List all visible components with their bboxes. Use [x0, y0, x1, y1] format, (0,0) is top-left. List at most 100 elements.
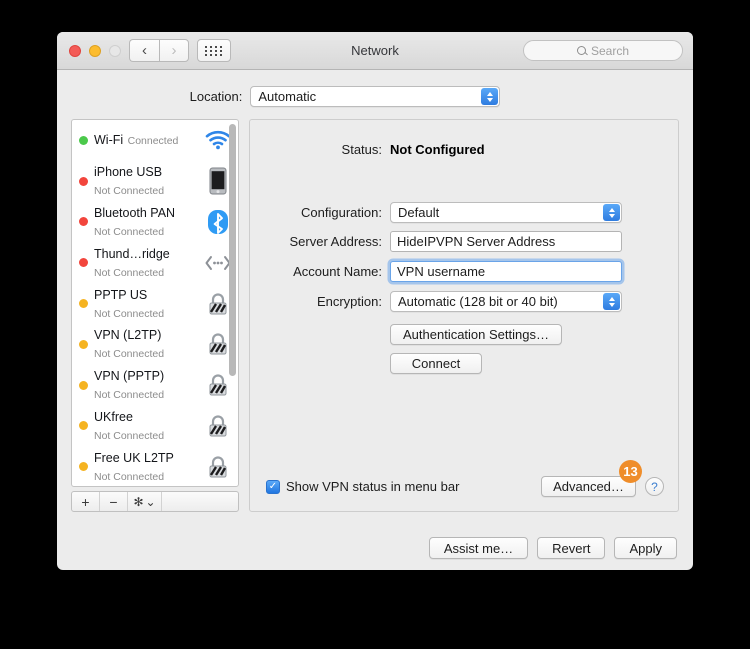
vpn-settings-panel: Status: Not Configured Configuration: De… — [249, 119, 679, 512]
assist-me-label: Assist me… — [443, 540, 514, 556]
encryption-popup-button[interactable]: Automatic (128 bit or 40 bit) — [390, 291, 622, 312]
chevron-updown-icon — [603, 204, 620, 221]
minus-icon: − — [109, 493, 118, 510]
network-preferences-window: ‹ › Network Search Location: Automatic W… — [57, 32, 693, 570]
list-item[interactable]: Bluetooth PAN Not Connected — [72, 202, 238, 243]
encryption-row: Encryption: Automatic (128 bit or 40 bit… — [250, 282, 678, 312]
service-name: iPhone USB — [94, 165, 163, 180]
window-titlebar: ‹ › Network Search — [57, 32, 693, 70]
account-name-label: Account Name: — [293, 264, 382, 279]
service-name: Wi-Fi — [94, 133, 124, 148]
search-placeholder: Search — [590, 43, 630, 58]
plus-icon: + — [81, 493, 90, 510]
service-name: VPN (L2TP) — [94, 328, 162, 343]
list-item[interactable]: UKfree Not Connected — [72, 406, 238, 447]
list-item[interactable]: Wi-Fi Connected — [72, 120, 238, 161]
list-item[interactable]: PPTP US Not Connected — [72, 283, 238, 324]
step-badge-13: 13 — [619, 460, 642, 483]
encryption-value: Automatic (128 bit or 40 bit) — [398, 294, 558, 309]
connect-label: Connect — [411, 356, 461, 371]
list-item[interactable]: Thund…ridge Not Connected — [72, 242, 238, 283]
list-item[interactable]: VPN (L2TP) Not Connected — [72, 324, 238, 365]
status-dot — [79, 339, 88, 349]
service-state: Not Connected — [94, 389, 165, 402]
authentication-settings-label: Authentication Settings… — [403, 327, 549, 342]
apply-label: Apply — [629, 540, 662, 556]
service-actions-button[interactable]: ✻ ⌄ — [128, 492, 162, 511]
configuration-row: Configuration: Default — [250, 157, 678, 223]
service-state: Not Connected — [94, 348, 165, 361]
account-name-field[interactable]: VPN username — [390, 261, 622, 282]
iphone-icon — [204, 166, 232, 196]
location-popup-button[interactable]: Automatic — [250, 86, 501, 107]
help-button[interactable]: ? — [645, 477, 664, 496]
service-state: Not Connected — [94, 470, 165, 483]
authentication-settings-button[interactable]: Authentication Settings… — [390, 324, 562, 345]
service-name: PPTP US — [94, 287, 148, 302]
server-address-label: Server Address: — [289, 234, 383, 249]
chevron-updown-icon — [603, 293, 620, 310]
search-input[interactable]: Search — [523, 40, 683, 61]
bluetooth-icon — [204, 207, 232, 237]
status-badge: Not Configured — [390, 142, 485, 157]
show-vpn-status-checkbox[interactable]: ✓ Show VPN status in menu bar — [266, 479, 459, 494]
list-item[interactable]: iPhone USB Not Connected — [72, 161, 238, 202]
chevron-down-icon: ⌄ — [145, 494, 156, 509]
service-state: Not Connected — [94, 266, 165, 279]
add-service-button[interactable]: + — [72, 492, 100, 511]
list-item[interactable]: VPN (PPTP) Not Connected — [72, 365, 238, 406]
status-row: Status: Not Configured — [250, 120, 678, 157]
question-mark-icon: ? — [651, 479, 658, 494]
services-sidebar: Wi-Fi Connected iPhone USB Not Connected… — [71, 119, 239, 512]
service-state: Not Connected — [94, 429, 165, 442]
status-label: Status: — [341, 142, 382, 157]
status-dot — [79, 176, 88, 186]
location-value: Automatic — [258, 89, 317, 104]
vpn-lock-icon — [204, 452, 232, 482]
status-dot — [79, 217, 88, 227]
services-list[interactable]: Wi-Fi Connected iPhone USB Not Connected… — [71, 119, 239, 487]
connect-row: Connect — [250, 345, 678, 374]
service-name: UKfree — [94, 409, 133, 424]
connect-button[interactable]: Connect — [390, 353, 482, 374]
service-name: Thund…ridge — [94, 246, 170, 261]
vpn-lock-icon — [204, 411, 232, 441]
remove-service-button[interactable]: − — [100, 492, 128, 511]
server-address-row: Server Address: HideIPVPN Server Address — [250, 223, 678, 252]
search-icon — [576, 46, 586, 55]
revert-label: Revert — [552, 540, 591, 556]
location-row: Location: Automatic — [57, 70, 693, 119]
checkbox-icon: ✓ — [266, 479, 280, 494]
server-address-field[interactable]: HideIPVPN Server Address — [390, 231, 622, 252]
auth-settings-row: Authentication Settings… — [250, 312, 678, 345]
account-name-row: Account Name: VPN username — [250, 252, 678, 282]
chevron-updown-icon — [481, 88, 499, 105]
status-dot — [79, 258, 88, 268]
status-dot — [79, 421, 88, 431]
assist-me-button[interactable]: Assist me… — [428, 537, 529, 559]
account-name-value: VPN username — [397, 264, 486, 279]
apply-button[interactable]: Apply — [614, 537, 677, 559]
service-state: Not Connected — [94, 225, 165, 238]
sidebar-toolbar: + − ✻ ⌄ — [71, 491, 239, 512]
configuration-label: Configuration: — [301, 205, 382, 220]
revert-button[interactable]: Revert — [537, 537, 606, 559]
advanced-group: Advanced… 13 ? — [541, 460, 664, 497]
vpn-lock-icon — [204, 329, 232, 359]
advanced-label: Advanced… — [553, 479, 624, 494]
vpn-lock-icon — [204, 289, 232, 319]
status-dot — [79, 462, 88, 472]
vpn-lock-icon — [204, 370, 232, 400]
thunderbolt-bridge-icon — [204, 248, 232, 278]
gear-icon: ✻ — [133, 494, 144, 509]
sidebar-scrollbar[interactable] — [229, 124, 236, 376]
status-dot — [79, 135, 88, 145]
service-state: Connected — [127, 135, 179, 148]
status-dot — [79, 299, 88, 309]
service-name: Bluetooth PAN — [94, 205, 176, 220]
service-state: Not Connected — [94, 185, 165, 198]
panel-bottom-row: ✓ Show VPN status in menu bar Advanced… … — [266, 460, 664, 497]
configuration-popup-button[interactable]: Default — [390, 202, 622, 223]
list-item[interactable]: Free UK L2TP Not Connected — [72, 446, 238, 486]
